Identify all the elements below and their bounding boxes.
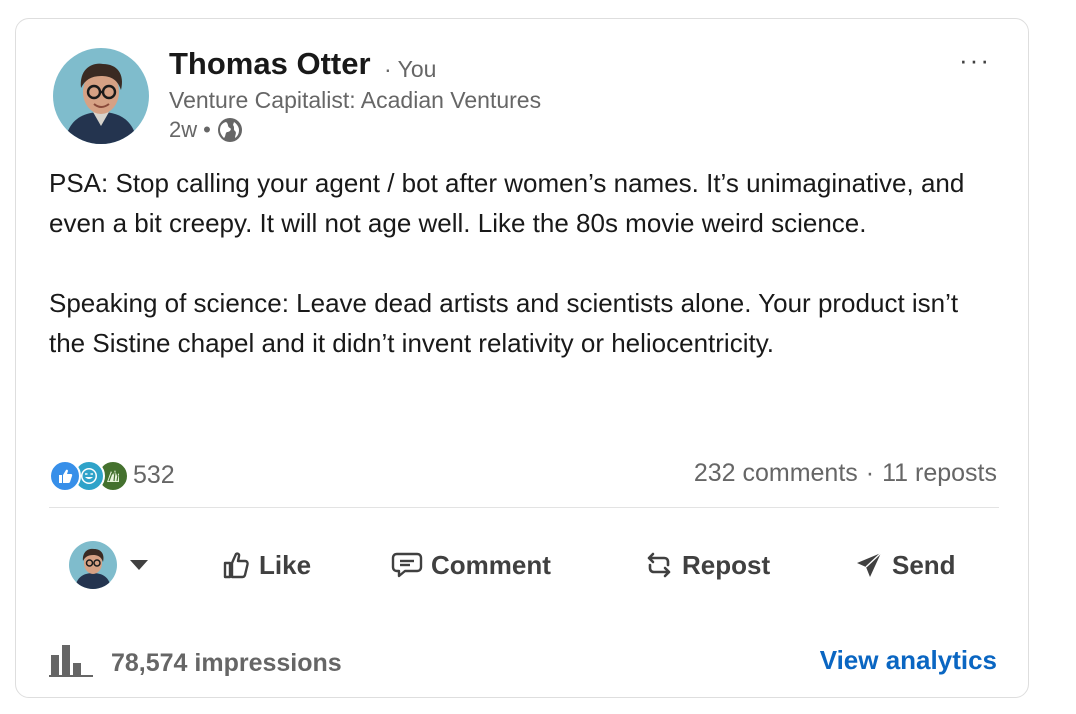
- divider: [49, 507, 999, 508]
- post-meta: 2w •: [169, 117, 243, 143]
- send-label: Send: [892, 549, 956, 580]
- counts-separator: ·: [865, 459, 875, 487]
- comments-count-link[interactable]: 232 comments: [694, 459, 858, 488]
- impressions-count: 78,574 impressions: [111, 649, 342, 677]
- reaction-count: 532: [133, 460, 175, 489]
- like-label: Like: [259, 549, 312, 580]
- impressions-summary[interactable]: 78,574 impressions: [49, 643, 342, 684]
- reactions-summary[interactable]: 532: [49, 459, 175, 492]
- comment-label: Comment: [431, 549, 551, 580]
- author-name[interactable]: Thomas Otter: [169, 46, 371, 82]
- repost-button[interactable]: Repost: [644, 535, 770, 595]
- reposts-count-link[interactable]: 11 reposts: [882, 459, 997, 488]
- repost-icon: [644, 550, 674, 580]
- comment-icon: [391, 550, 423, 580]
- like-reaction-icon: [49, 460, 81, 492]
- thumbs-up-icon: [221, 550, 251, 580]
- user-avatar: [69, 541, 117, 589]
- send-icon: [854, 550, 884, 580]
- caret-down-icon: [129, 559, 149, 571]
- reacting-as-selector[interactable]: [69, 535, 149, 595]
- author-headline: Venture Capitalist: Acadian Ventures: [169, 87, 542, 113]
- post-text: PSA: Stop calling your agent / bot after…: [49, 168, 965, 358]
- like-button[interactable]: Like: [221, 535, 311, 595]
- globe-icon: [217, 117, 243, 143]
- comment-button[interactable]: Comment: [391, 535, 551, 595]
- author-relation: · You: [384, 56, 437, 82]
- repost-label: Repost: [682, 549, 771, 580]
- post-card: Thomas Otter · You Venture Capitalist: A…: [15, 18, 1029, 698]
- meta-separator: •: [203, 117, 211, 142]
- action-bar: Like Comment Repost Send: [49, 535, 999, 595]
- bar-chart-icon: [49, 643, 93, 684]
- send-button[interactable]: Send: [854, 535, 956, 595]
- post-time: 2w: [169, 117, 198, 142]
- reaction-icons: [49, 459, 129, 492]
- author-avatar[interactable]: [53, 48, 149, 144]
- view-analytics-link[interactable]: View analytics: [820, 645, 997, 676]
- engagement-counts: 232 comments · 11 reposts: [694, 459, 997, 488]
- more-options-button[interactable]: ···: [952, 45, 998, 75]
